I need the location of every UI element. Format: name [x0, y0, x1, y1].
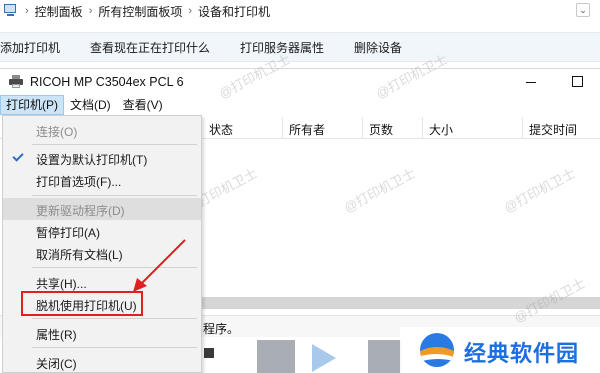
menu-printer[interactable]: 打印机(P) — [0, 95, 64, 115]
horizontal-scrollbar[interactable] — [200, 297, 600, 309]
annotation-arrow-icon — [133, 239, 186, 292]
checkmark-icon — [12, 151, 24, 163]
window-controls — [508, 69, 600, 95]
menu-separator — [32, 318, 197, 319]
arrow-graphic — [312, 344, 336, 372]
printer-graphic — [368, 340, 402, 373]
breadcrumb-control-panel[interactable]: 控制面板 — [35, 3, 83, 20]
menu-item-properties[interactable]: 属性(R) — [3, 322, 201, 344]
chevron-right-icon: › — [88, 5, 93, 17]
menu-document[interactable]: 文档(D) — [64, 96, 117, 115]
site-logo: 经典软件园 — [400, 327, 600, 373]
status-text: 程序。 — [203, 322, 240, 336]
window-titlebar: RICOH MP C3504ex PCL 6 — [0, 69, 600, 95]
chevron-right-icon: › — [188, 5, 193, 17]
menu-item-update-driver[interactable]: 更新驱动程序(D) — [3, 198, 201, 220]
menu-item-set-default[interactable]: 设置为默认打印机(T) — [3, 147, 201, 169]
decor-block — [204, 348, 214, 358]
minimize-icon[interactable] — [508, 69, 554, 95]
logo-emblem-icon — [420, 333, 454, 367]
add-printer-button[interactable]: 添加打印机 — [0, 39, 60, 56]
chevron-right-icon: › — [25, 5, 29, 17]
menu-item-connect[interactable]: 连接(O) — [3, 119, 201, 141]
column-submitted[interactable]: 提交时间 — [529, 121, 577, 138]
logo-text: 经典软件园 — [464, 341, 580, 366]
column-owner[interactable]: 所有者 — [289, 121, 325, 138]
remove-device-button[interactable]: 删除设备 — [354, 39, 402, 56]
command-bar: 添加打印机 查看现在正在打印什么 打印服务器属性 删除设备 — [0, 32, 600, 62]
column-pages[interactable]: 页数 — [369, 121, 393, 138]
control-panel-icon — [3, 4, 19, 18]
menu-separator — [32, 144, 197, 145]
breadcrumb-devices-printers[interactable]: 设备和打印机 — [198, 3, 270, 20]
printer-graphic — [257, 340, 295, 373]
print-server-properties-button[interactable]: 打印服务器属性 — [240, 39, 324, 56]
column-divider[interactable] — [282, 117, 283, 139]
breadcrumb-all-items[interactable]: 所有控制面板项 — [98, 3, 182, 20]
address-bar[interactable]: › 控制面板 › 所有控制面板项 › 设备和打印机 ⌄ — [0, 0, 600, 22]
menu-item-printing-preferences[interactable]: 打印首选项(F)... — [3, 169, 201, 191]
column-divider[interactable] — [362, 117, 363, 139]
maximize-icon[interactable] — [554, 69, 600, 95]
menu-separator — [32, 195, 197, 196]
column-divider[interactable] — [522, 117, 523, 139]
address-dropdown-icon[interactable]: ⌄ — [576, 3, 590, 17]
column-status[interactable]: 状态 — [209, 121, 233, 138]
printer-icon — [8, 75, 24, 89]
see-whats-printing-button[interactable]: 查看现在正在打印什么 — [90, 39, 210, 56]
window-title: RICOH MP C3504ex PCL 6 — [30, 75, 184, 89]
menu-bar: 打印机(P) 文档(D) 查看(V) — [0, 95, 600, 115]
column-divider[interactable] — [422, 117, 423, 139]
menu-view[interactable]: 查看(V) — [117, 96, 169, 115]
menu-separator — [32, 347, 197, 348]
menu-item-close[interactable]: 关闭(C) — [3, 351, 201, 373]
column-size[interactable]: 大小 — [429, 121, 453, 138]
